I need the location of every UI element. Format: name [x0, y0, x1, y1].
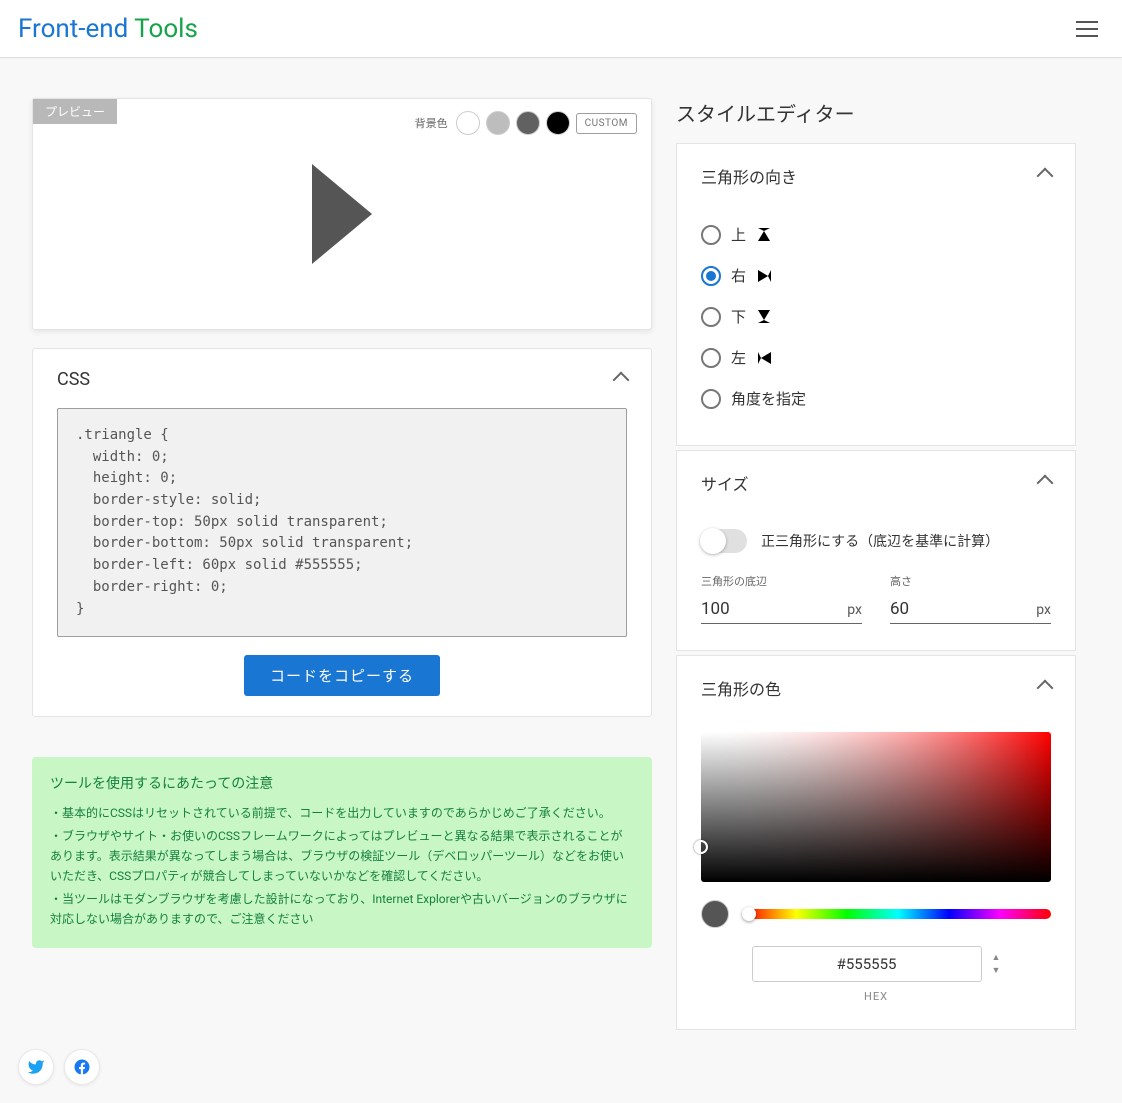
chevron-up-icon: [1037, 168, 1054, 185]
chevron-up-icon: [1037, 475, 1054, 492]
color-title: 三角形の色: [701, 676, 781, 700]
hue-thumb[interactable]: [742, 907, 756, 921]
copy-code-button[interactable]: コードをコピーする: [244, 655, 440, 696]
radio-label: 下: [731, 306, 746, 327]
radio-icon: [701, 225, 721, 245]
direction-option-down[interactable]: 下: [701, 296, 1051, 337]
brand-logo[interactable]: Front-end Tools: [18, 14, 198, 44]
color-panel: 三角形の色 ▲▼ HEX: [676, 655, 1076, 1030]
notice-item: ・当ツールはモダンブラウザを考慮した設計になっており、Internet Expl…: [50, 889, 634, 930]
bg-swatch-black[interactable]: [546, 111, 570, 135]
hex-input[interactable]: [752, 946, 982, 982]
direction-title: 三角形の向き: [701, 164, 797, 188]
direction-option-angle[interactable]: 角度を指定: [701, 378, 1051, 419]
unit-label: px: [847, 602, 862, 618]
equilateral-label: 正三角形にする（底辺を基準に計算）: [761, 531, 999, 551]
radio-icon: [701, 389, 721, 409]
twitter-share-button[interactable]: [18, 1049, 54, 1085]
triangle-preview: [312, 164, 372, 264]
equilateral-toggle[interactable]: [701, 529, 747, 553]
notice-item: ・基本的にCSSはリセットされている前提で、コードを出力していますのであらかじめ…: [50, 803, 634, 823]
color-header[interactable]: 三角形の色: [677, 656, 1075, 720]
css-panel-header[interactable]: CSS: [57, 369, 627, 390]
facebook-share-button[interactable]: [64, 1049, 100, 1085]
height-input[interactable]: [890, 595, 1030, 623]
bg-swatch-lightgray[interactable]: [486, 111, 510, 135]
css-title: CSS: [57, 369, 90, 390]
brand-part1: Front-end: [18, 14, 134, 44]
height-label: 高さ: [890, 573, 1051, 589]
size-title: サイズ: [701, 471, 749, 495]
direction-panel: 三角形の向き 上 右 下: [676, 143, 1076, 446]
direction-header[interactable]: 三角形の向き: [677, 144, 1075, 208]
radio-label: 角度を指定: [731, 388, 806, 409]
direction-option-left[interactable]: 左: [701, 337, 1051, 378]
chevron-up-icon: [613, 371, 630, 388]
direction-option-up[interactable]: 上: [701, 214, 1051, 255]
css-panel: CSS .triangle { width: 0; height: 0; bor…: [32, 348, 652, 717]
facebook-icon: [73, 1058, 91, 1076]
size-header[interactable]: サイズ: [677, 451, 1075, 515]
notice-item: ・ブラウザやサイト・お使いのCSSフレームワークによってはプレビューと異なる結果…: [50, 826, 634, 887]
triangle-down-icon: [758, 310, 770, 323]
preview-tag: プレビュー: [33, 99, 117, 124]
chevron-up-icon: [1037, 680, 1054, 697]
triangle-right-icon: [758, 270, 771, 282]
bg-swatch-darkgray[interactable]: [516, 111, 540, 135]
radio-icon: [701, 266, 721, 286]
triangle-left-icon: [758, 352, 771, 364]
bg-swatch-white[interactable]: [456, 111, 480, 135]
mode-stepper[interactable]: ▲▼: [992, 952, 1001, 976]
unit-label: px: [1036, 602, 1051, 618]
hue-slider[interactable]: [745, 909, 1051, 919]
color-mode-label: HEX: [701, 990, 1051, 1003]
menu-icon[interactable]: [1070, 15, 1104, 43]
current-color-swatch: [701, 900, 729, 928]
color-saturation-area[interactable]: [701, 732, 1051, 882]
brand-part2: Tools: [134, 14, 198, 44]
notice-box: ツールを使用するにあたっての注意 ・基本的にCSSはリセットされている前提で、コ…: [32, 757, 652, 947]
color-cursor[interactable]: [694, 840, 708, 854]
size-panel: サイズ 正三角形にする（底辺を基準に計算） 三角形の底辺 px: [676, 450, 1076, 651]
radio-label: 上: [731, 224, 746, 245]
radio-icon: [701, 307, 721, 327]
bg-label: 背景色: [415, 115, 448, 131]
css-code[interactable]: .triangle { width: 0; height: 0; border-…: [57, 408, 627, 637]
notice-title: ツールを使用するにあたっての注意: [50, 773, 634, 793]
direction-option-right[interactable]: 右: [701, 255, 1051, 296]
radio-label: 右: [731, 265, 746, 286]
editor-title: スタイルエディター: [676, 98, 1076, 127]
twitter-icon: [27, 1058, 45, 1076]
base-input[interactable]: [701, 595, 841, 623]
radio-icon: [701, 348, 721, 368]
bg-custom-button[interactable]: CUSTOM: [576, 113, 637, 134]
base-label: 三角形の底辺: [701, 573, 862, 589]
preview-panel: プレビュー 背景色 CUSTOM: [32, 98, 652, 330]
radio-label: 左: [731, 347, 746, 368]
triangle-up-icon: [758, 228, 770, 241]
